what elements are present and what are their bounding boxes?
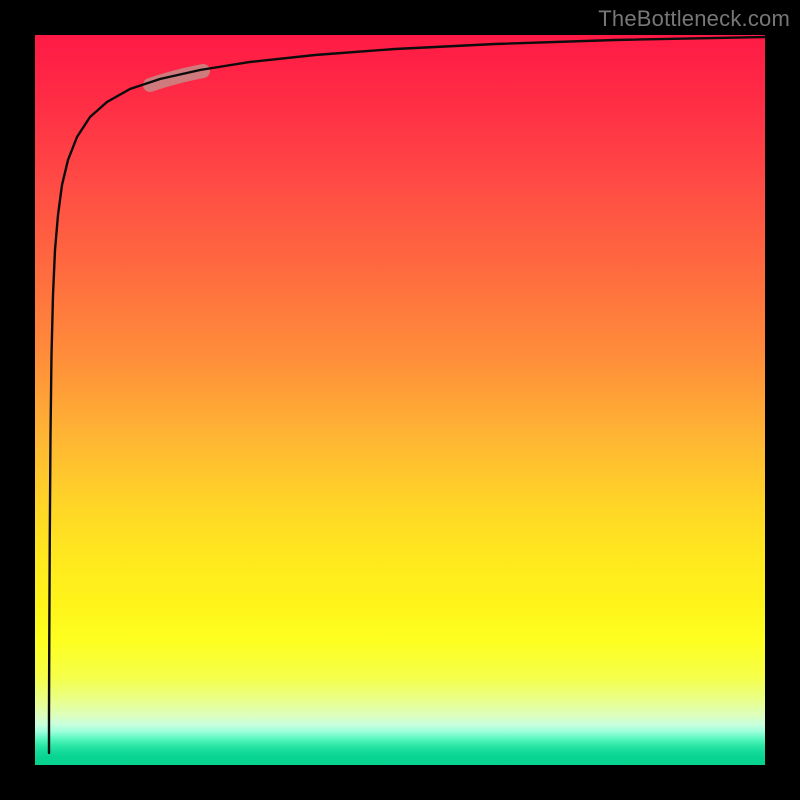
chart-curve-layer [35, 35, 765, 765]
curve-highlight [150, 71, 203, 85]
watermark-text: TheBottleneck.com [598, 6, 790, 32]
main-curve [49, 37, 765, 753]
chart-plot-area [35, 35, 765, 765]
